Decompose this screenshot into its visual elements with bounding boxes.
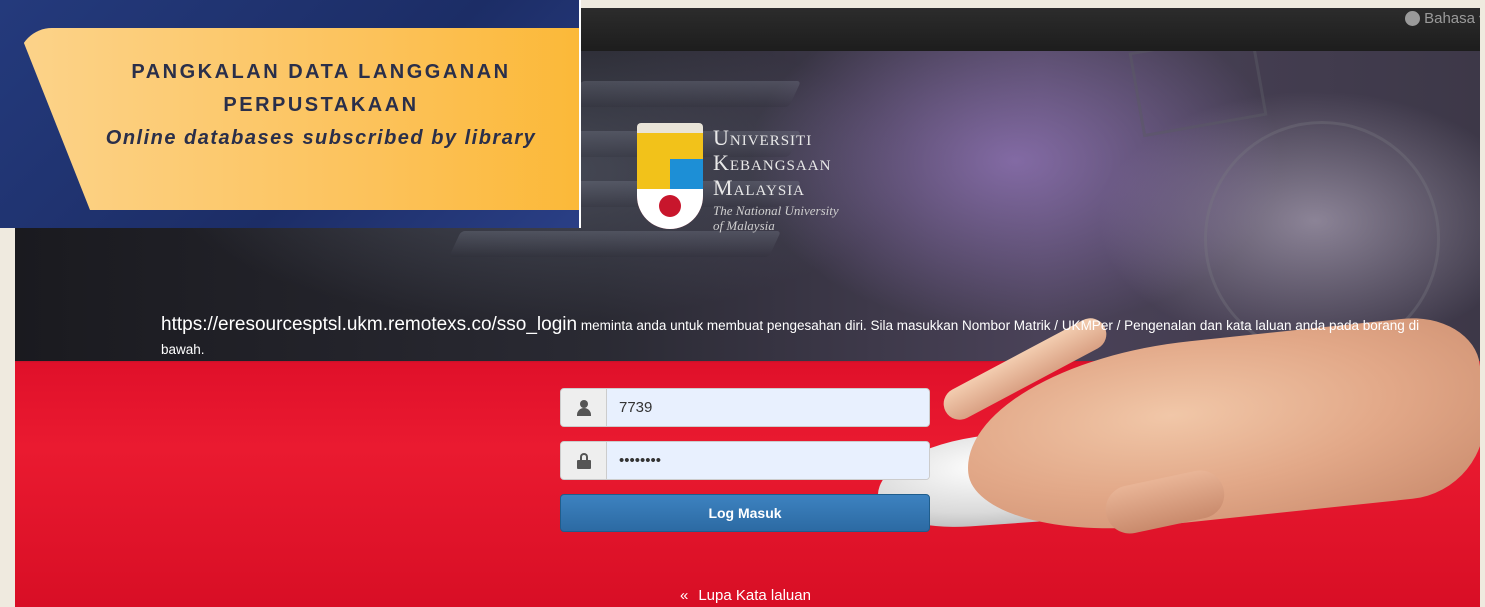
globe-icon [1405, 11, 1421, 26]
auth-url: https://eresourcesptsl.ukm.remotexs.co/s… [161, 314, 578, 335]
logo-letter: U [713, 125, 730, 150]
lock-icon [576, 452, 591, 469]
logo-word: EBANGSAAN [729, 158, 832, 174]
logo-wordmark: UNIVERSITI KEBANGSAAN MALAYSIA The Natio… [713, 125, 839, 233]
username-input[interactable] [607, 389, 929, 426]
logo-word: NIVERSITI [729, 133, 813, 149]
banner-title-line1: PANGKALAN DATA LANGGANAN [131, 61, 511, 83]
keyboard-decoration [568, 81, 802, 107]
forgot-password-label: Lupa Kata laluan [698, 587, 811, 604]
chevron-left-icon: « [680, 587, 689, 604]
banner-subtitle: Online databases subscribed by library [105, 127, 537, 149]
logo-subtitle-1: The National University [713, 203, 839, 218]
logo-word: ALAYSIA [733, 183, 806, 199]
login-button[interactable]: Log Masuk [560, 494, 930, 532]
password-field-group [560, 441, 930, 480]
username-addon [561, 389, 607, 426]
user-icon [576, 399, 591, 416]
logo-subtitle-2: of Malaysia [713, 218, 775, 233]
banner-divider [579, 0, 581, 228]
password-input[interactable] [607, 442, 929, 479]
banner-text: PANGKALAN DATA LANGGANAN PERPUSTAKAAN On… [66, 56, 576, 155]
auth-message: https://eresourcesptsl.ukm.remotexs.co/s… [161, 313, 1461, 362]
password-addon [561, 442, 607, 479]
caret-down-icon: ▾ [1479, 13, 1480, 24]
language-label: Bahasa [1424, 10, 1475, 27]
crest-book-icon [637, 123, 703, 133]
crest-shield-icon [637, 133, 703, 229]
banner-title-line2: PERPUSTAKAAN [223, 94, 419, 116]
language-dropdown[interactable]: Bahasa ▾ [1405, 10, 1480, 27]
logo-letter: K [713, 150, 730, 175]
username-field-group [560, 388, 930, 427]
logo-letter: M [713, 175, 734, 200]
ukm-logo: UNIVERSITI KEBANGSAAN MALAYSIA The Natio… [635, 123, 875, 243]
forgot-password-link[interactable]: « Lupa Kata laluan [680, 587, 811, 604]
login-form: Log Masuk [560, 388, 930, 532]
library-banner: PANGKALAN DATA LANGGANAN PERPUSTAKAAN On… [0, 0, 581, 228]
